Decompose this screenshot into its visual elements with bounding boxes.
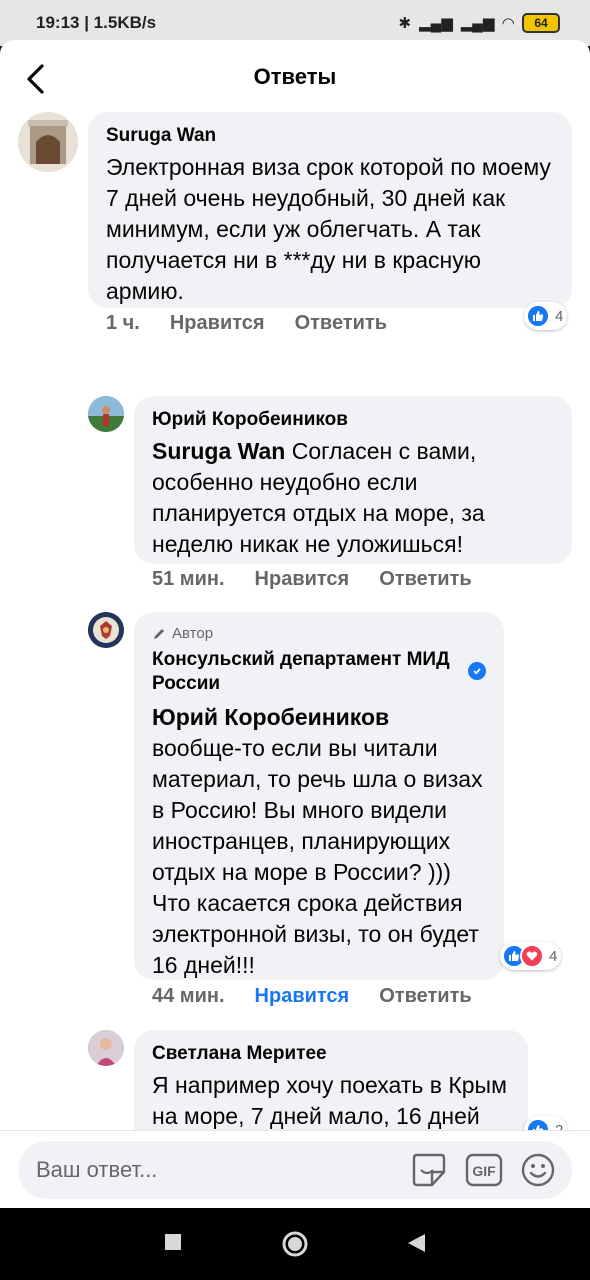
comment-bubble[interactable]: Юрий Коробеиников Suruga Wan Согласен с … — [134, 396, 572, 564]
comment-meta: 44 мин. Нравится Ответить — [152, 985, 472, 1008]
comment-author[interactable]: Светлана Меритее — [152, 1042, 510, 1066]
avatar-image — [88, 396, 124, 432]
comment-text: Suruga Wan Согласен с вами, особенно неу… — [152, 436, 554, 560]
pencil-icon — [154, 629, 164, 639]
mention-link[interactable]: Юрий Коробеиников — [152, 704, 389, 730]
comment-text: Электронная виза срок которой по моему 7… — [106, 154, 551, 304]
sticker-icon[interactable] — [410, 1152, 448, 1188]
wifi-icon: ◠ — [502, 15, 514, 32]
back-nav-icon[interactable] — [405, 1232, 427, 1254]
comment-author[interactable]: Юрий Коробеиников — [152, 408, 554, 432]
reaction-count: 2 — [555, 1121, 564, 1131]
reaction-count: 4 — [555, 307, 564, 325]
avatar-image — [88, 1030, 124, 1066]
comment-thread[interactable]: Suruga Wan Электронная виза срок которой… — [0, 112, 590, 1130]
reply-button[interactable]: Ответить — [379, 985, 471, 1008]
signal-icon: ▂▄▆ — [419, 15, 453, 32]
like-button[interactable]: Нравится — [255, 568, 350, 591]
like-button[interactable]: Нравится — [255, 985, 350, 1008]
replies-sheet: Ответы Suruga Wan Электронная виза срок … — [0, 40, 590, 1208]
love-reaction-icon — [520, 944, 544, 968]
recent-apps-icon[interactable] — [163, 1232, 183, 1252]
battery-icon: 64 — [522, 13, 560, 33]
comment-time[interactable]: 1 ч. — [106, 312, 140, 335]
avatar-suruga-wan[interactable] — [18, 112, 78, 172]
like-button[interactable]: Нравится — [170, 312, 265, 335]
avatar-yuriy-korobeinikov[interactable] — [88, 396, 124, 432]
reply-button[interactable]: Ответить — [379, 568, 471, 591]
reaction-count: 4 — [549, 947, 558, 965]
svg-text:GIF: GIF — [472, 1163, 496, 1179]
comment-bubble[interactable]: Suruga Wan Электронная виза срок которой… — [88, 112, 572, 308]
comment-author[interactable]: Консульский департамент МИД России — [152, 648, 452, 696]
comment-time[interactable]: 44 мин. — [152, 985, 225, 1008]
reaction-summary[interactable]: 2 — [524, 1116, 568, 1131]
status-icons: ✱ ▂▄▆ ▂▄▆ ◠ 64 — [398, 13, 560, 33]
emoji-icon[interactable] — [520, 1152, 556, 1188]
comment-bubble[interactable]: Автор Консульский департамент МИД России… — [134, 612, 504, 980]
comment-text: Юрий Коробеиников вообще-то если вы читал… — [152, 702, 486, 981]
verified-badge-icon — [468, 662, 486, 680]
author-badge-label: Автор — [172, 625, 214, 642]
emblem-icon — [88, 612, 124, 648]
mention-link[interactable]: Suruga Wan — [152, 438, 285, 464]
comment-author[interactable]: Suruga Wan — [106, 124, 554, 148]
avatar-image — [18, 112, 78, 172]
comment-bubble[interactable]: Светлана Меритее Я например хочу поехать… — [134, 1030, 528, 1130]
like-reaction-icon — [526, 1118, 550, 1130]
reaction-summary[interactable]: 4 — [500, 942, 562, 970]
status-time: 19:13 | 1.5KB/s — [36, 13, 157, 32]
comment-meta: 51 мин. Нравится Ответить — [152, 568, 472, 591]
like-reaction-icon — [526, 304, 550, 328]
reply-button[interactable]: Ответить — [295, 312, 387, 335]
author-badge: Автор — [152, 624, 486, 644]
avatar-svetlana-meritee[interactable] — [88, 1030, 124, 1066]
comment-meta: 1 ч. Нравится Ответить — [106, 312, 387, 335]
home-icon[interactable] — [281, 1230, 309, 1258]
avatar-consular-department[interactable] — [88, 612, 124, 648]
header: Ответы — [0, 40, 590, 116]
system-navigation-bar — [0, 1208, 590, 1280]
page-title: Ответы — [253, 64, 337, 89]
comment-text: Я например хочу поехать в Крым на море, … — [152, 1072, 507, 1129]
comment-body: вообще-то если вы читали материал, то ре… — [152, 735, 483, 978]
signal-icon-2: ▂▄▆ — [460, 15, 495, 32]
gif-icon[interactable]: GIF — [465, 1152, 503, 1188]
bluetooth-icon: ✱ — [398, 15, 412, 32]
reply-bar: GIF — [0, 1130, 590, 1208]
reaction-summary[interactable]: 4 — [524, 302, 568, 330]
comment-time[interactable]: 51 мин. — [152, 568, 225, 591]
